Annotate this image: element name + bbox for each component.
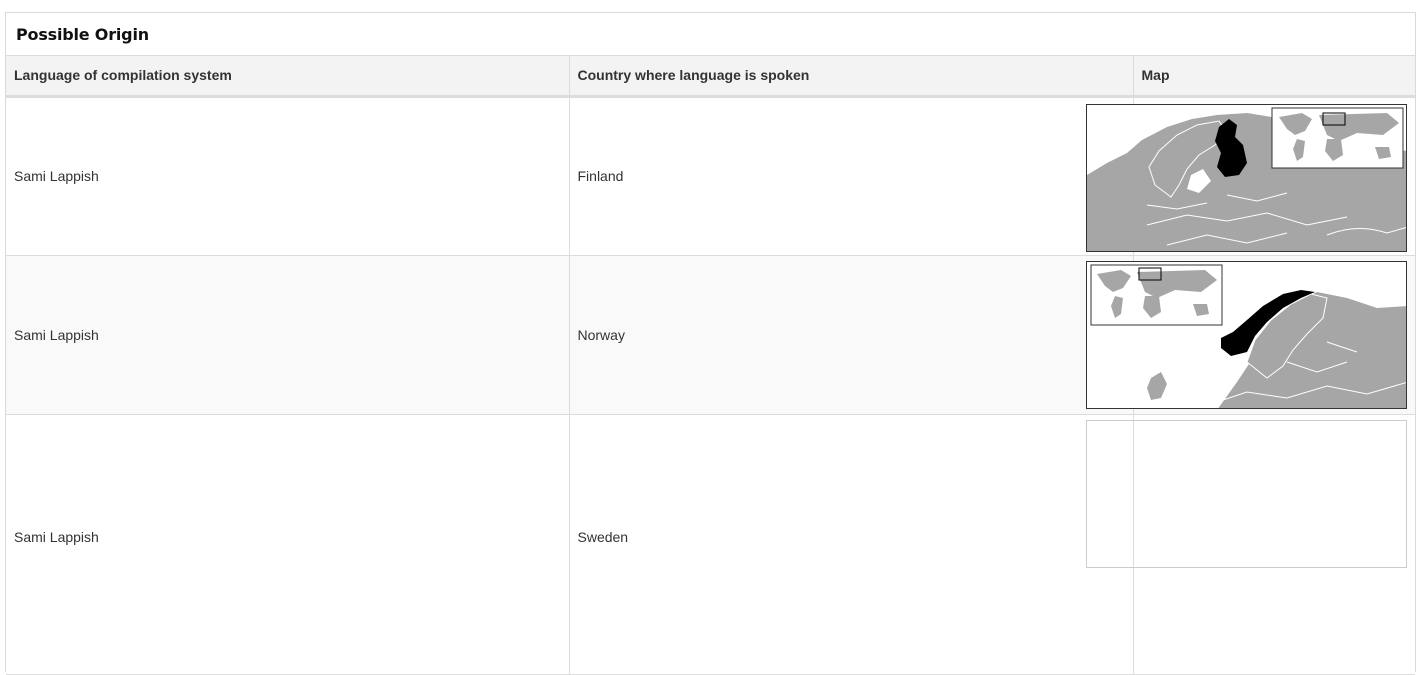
language-cell: Sami Lappish — [6, 255, 570, 415]
country-cell: Norway — [569, 255, 1134, 415]
possible-origin-panel: Possible Origin Language of compilation … — [5, 12, 1416, 675]
map-cell — [1085, 414, 1415, 675]
column-header-map: Map — [1133, 56, 1415, 98]
country-cell: Finland — [569, 96, 1134, 256]
table-header-row: Language of compilation system Country w… — [6, 56, 1415, 98]
table-row: Sami Lappish Norway — [6, 255, 1415, 415]
norway-locator-map-icon — [1086, 261, 1406, 408]
finland-map-image — [1085, 103, 1407, 252]
country-cell: Sweden — [569, 414, 1134, 675]
language-cell: Sami Lappish — [6, 96, 570, 256]
table-row: Sami Lappish Finland — [6, 96, 1415, 256]
map-cell — [1085, 255, 1415, 415]
table-row: Sami Lappish Sweden — [6, 414, 1415, 675]
language-cell: Sami Lappish — [6, 414, 570, 675]
map-cell — [1085, 96, 1415, 256]
norway-map-image — [1085, 260, 1407, 409]
column-header-country: Country where language is spoken — [569, 56, 1134, 98]
panel-title: Possible Origin — [6, 13, 1415, 56]
origin-table: Language of compilation system Country w… — [6, 56, 1415, 675]
column-header-language: Language of compilation system — [6, 56, 570, 98]
sweden-map-placeholder — [1085, 419, 1407, 568]
finland-locator-map-icon — [1086, 104, 1406, 251]
